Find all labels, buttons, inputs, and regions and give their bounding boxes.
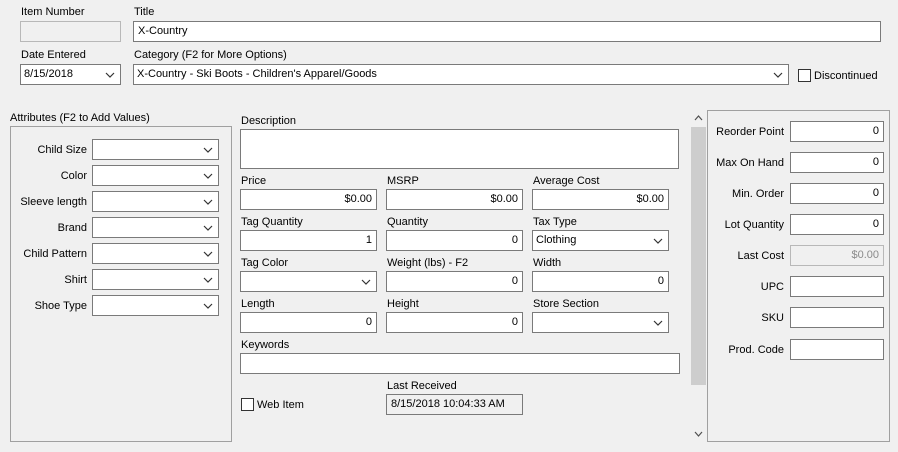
min-order-label: Min. Order xyxy=(732,188,784,200)
scroll-up-icon[interactable] xyxy=(690,110,707,127)
chevron-down-icon xyxy=(203,173,213,179)
height-label: Height xyxy=(387,298,419,310)
lot-quantity-label: Lot Quantity xyxy=(724,219,784,231)
attributes-title: Attributes (F2 to Add Values) xyxy=(10,112,150,124)
quantity-label: Quantity xyxy=(387,216,428,228)
weight-field[interactable]: 0 xyxy=(386,271,523,292)
chevron-down-icon xyxy=(361,279,371,285)
msrp-label: MSRP xyxy=(387,175,419,187)
prod-code-label: Prod. Code xyxy=(728,344,784,356)
vertical-scrollbar[interactable] xyxy=(690,110,707,442)
chevron-down-icon xyxy=(203,303,213,309)
title-label: Title xyxy=(134,6,155,18)
chevron-down-icon xyxy=(203,251,213,257)
attribute-label: Child Pattern xyxy=(23,248,87,260)
tax-type-select[interactable]: Clothing xyxy=(532,230,669,251)
last-received-field: 8/15/2018 10:04:33 AM xyxy=(386,394,523,415)
tag-quantity-label: Tag Quantity xyxy=(241,216,303,228)
chevron-down-icon xyxy=(653,320,663,326)
description-field[interactable] xyxy=(240,129,679,169)
date-entered-value: 8/15/2018 xyxy=(24,68,73,80)
discontinued-checkbox[interactable] xyxy=(798,69,811,82)
upc-field[interactable] xyxy=(790,276,884,297)
reorder-point-field[interactable]: 0 xyxy=(790,121,884,142)
discontinued-label: Discontinued xyxy=(814,70,878,82)
attribute-label: Child Size xyxy=(37,144,87,156)
min-order-field[interactable]: 0 xyxy=(790,183,884,204)
attribute-color-select[interactable] xyxy=(92,165,219,186)
lot-quantity-field[interactable]: 0 xyxy=(790,214,884,235)
attribute-label: Brand xyxy=(57,222,87,234)
store-section-label: Store Section xyxy=(533,298,600,310)
chevron-down-icon xyxy=(773,72,783,78)
attribute-child-pattern-select[interactable] xyxy=(92,243,219,264)
attribute-sleeve-length-select[interactable] xyxy=(92,191,219,212)
last-cost-label: Last Cost xyxy=(737,250,784,262)
price-field[interactable]: $0.00 xyxy=(240,189,377,210)
attribute-label: Color xyxy=(60,170,87,182)
scrollbar-thumb[interactable] xyxy=(691,127,706,385)
quantity-field[interactable]: 0 xyxy=(386,230,523,251)
price-label: Price xyxy=(241,175,267,187)
tax-type-label: Tax Type xyxy=(533,216,577,228)
width-field[interactable]: 0 xyxy=(532,271,669,292)
category-value: X-Country - Ski Boots - Children's Appar… xyxy=(137,68,377,80)
last-cost-field: $0.00 xyxy=(790,245,884,266)
height-field[interactable]: 0 xyxy=(386,312,523,333)
description-label: Description xyxy=(241,115,297,127)
sku-label: SKU xyxy=(761,312,784,324)
chevron-down-icon xyxy=(105,72,115,78)
date-entered-label: Date Entered xyxy=(21,49,86,61)
scroll-down-icon[interactable] xyxy=(690,425,707,442)
item-number-field[interactable] xyxy=(20,21,121,42)
chevron-down-icon xyxy=(203,277,213,283)
last-received-label: Last Received xyxy=(387,380,457,392)
prod-code-field[interactable] xyxy=(790,339,884,360)
tax-type-value: Clothing xyxy=(536,234,577,246)
max-on-hand-label: Max On Hand xyxy=(716,157,784,169)
attribute-child-size-select[interactable] xyxy=(92,139,219,160)
tag-color-select[interactable] xyxy=(240,271,377,292)
keywords-label: Keywords xyxy=(241,339,290,351)
attribute-shirt-select[interactable] xyxy=(92,269,219,290)
attribute-label: Shirt xyxy=(64,274,87,286)
chevron-down-icon xyxy=(653,238,663,244)
length-label: Length xyxy=(241,298,275,310)
web-item-label: Web Item xyxy=(257,399,304,411)
average-cost-label: Average Cost xyxy=(533,175,600,187)
store-section-select[interactable] xyxy=(532,312,669,333)
web-item-checkbox[interactable] xyxy=(241,398,254,411)
category-select[interactable]: X-Country - Ski Boots - Children's Appar… xyxy=(133,64,789,85)
max-on-hand-field[interactable]: 0 xyxy=(790,152,884,173)
length-field[interactable]: 0 xyxy=(240,312,377,333)
keywords-field[interactable] xyxy=(240,353,680,374)
tag-quantity-field[interactable]: 1 xyxy=(240,230,377,251)
chevron-down-icon xyxy=(203,199,213,205)
width-label: Width xyxy=(533,257,562,269)
category-label: Category (F2 for More Options) xyxy=(134,49,287,61)
msrp-field[interactable]: $0.00 xyxy=(386,189,523,210)
title-field[interactable]: X-Country xyxy=(133,21,881,42)
reorder-point-label: Reorder Point xyxy=(716,126,784,138)
chevron-down-icon xyxy=(203,225,213,231)
item-number-label: Item Number xyxy=(21,6,85,18)
upc-label: UPC xyxy=(760,281,784,293)
tag-color-label: Tag Color xyxy=(241,257,289,269)
attribute-label: Shoe Type xyxy=(34,300,87,312)
attribute-label: Sleeve length xyxy=(20,196,87,208)
chevron-down-icon xyxy=(203,147,213,153)
attribute-shoe-type-select[interactable] xyxy=(92,295,219,316)
date-entered-picker[interactable]: 8/15/2018 xyxy=(20,64,121,85)
average-cost-field[interactable]: $0.00 xyxy=(532,189,669,210)
attribute-brand-select[interactable] xyxy=(92,217,219,238)
sku-field[interactable] xyxy=(790,307,884,328)
weight-label: Weight (lbs) - F2 xyxy=(387,257,469,269)
